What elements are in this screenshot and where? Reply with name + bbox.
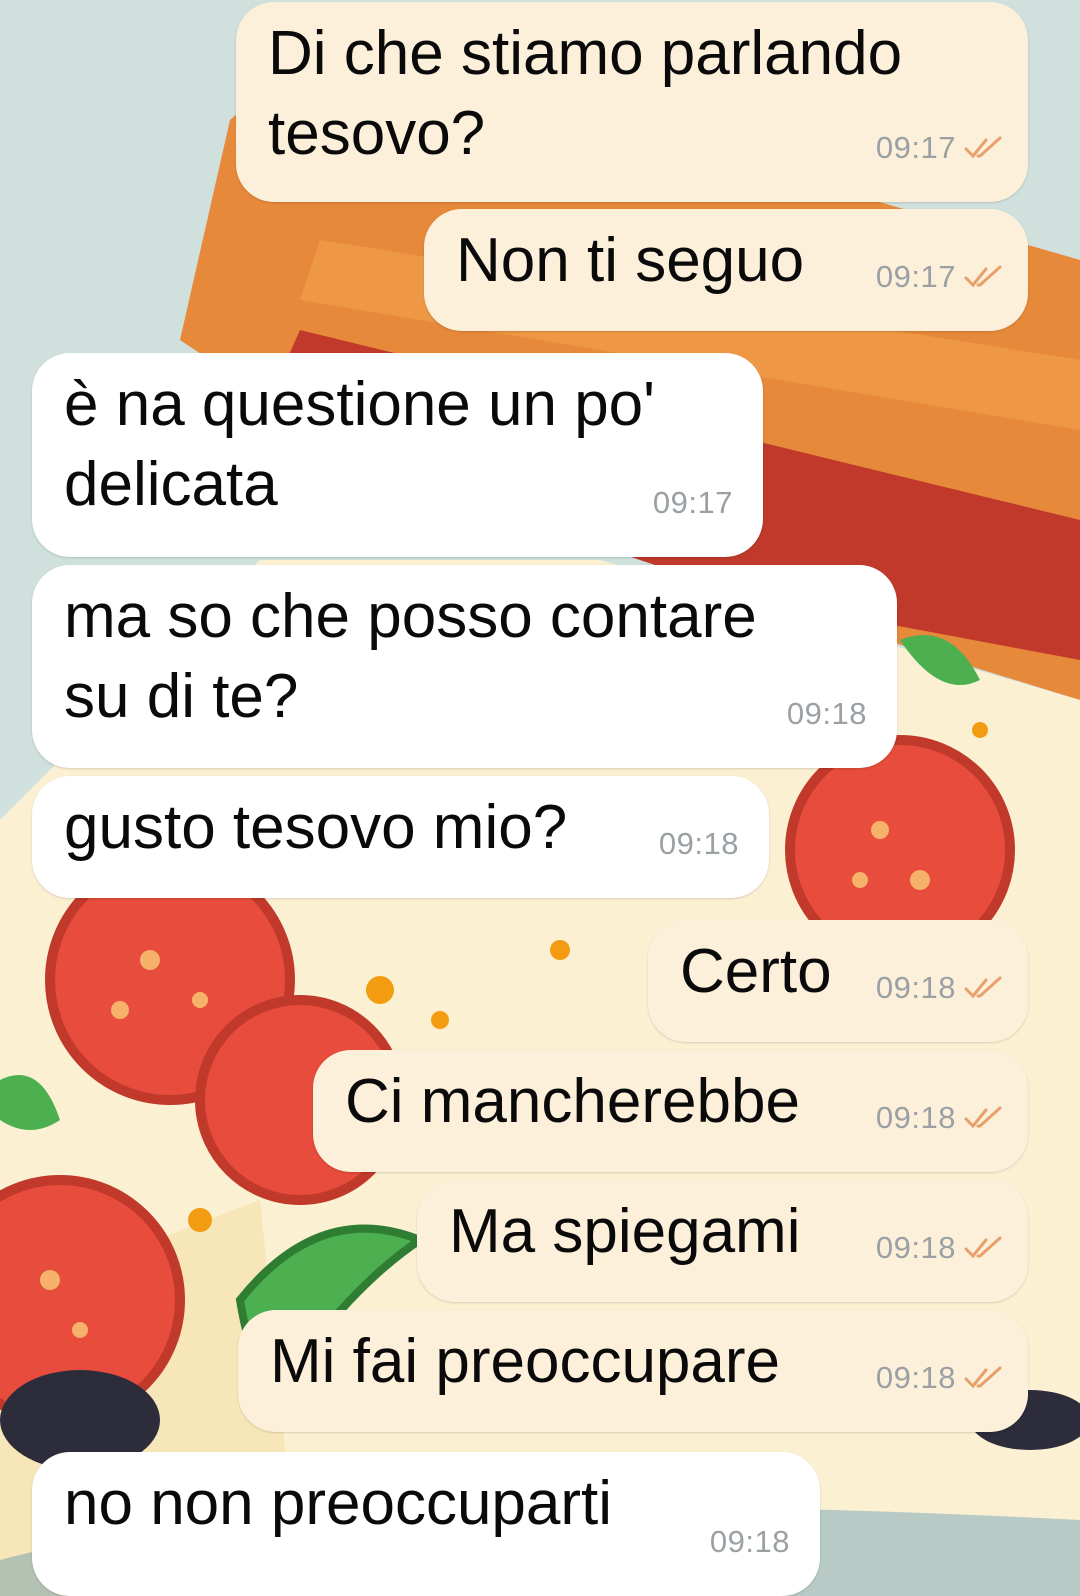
message-meta: 09:17 (653, 463, 733, 543)
read-ticks-icon (964, 1106, 1002, 1129)
message-time: 09:18 (786, 696, 867, 731)
outgoing-message-bubble[interactable]: Mi fai preoccupare 09:18 (238, 1310, 1028, 1432)
message-meta: 09:18 (876, 948, 1004, 1028)
message-time: 09:18 (875, 970, 956, 1005)
message-time: 09:18 (875, 1360, 956, 1395)
incoming-message-bubble[interactable]: ma so che posso contare su di te? 09:18 (32, 565, 897, 768)
message-meta: 09:18 (659, 804, 739, 884)
read-ticks-icon (964, 1366, 1002, 1389)
read-ticks-icon (964, 976, 1002, 999)
message-time: 09:18 (875, 1230, 956, 1265)
outgoing-message-bubble[interactable]: Ma spiegami 09:18 (417, 1180, 1028, 1302)
message-text: ma so che posso contare su di te? (64, 582, 757, 731)
message-time: 09:18 (875, 1100, 956, 1135)
message-list[interactable]: Di che stiamo parlando tesovo? 09:17 Non t… (0, 0, 1080, 1596)
message-meta: 09:18 (787, 674, 867, 754)
message-time: 09:18 (658, 826, 739, 861)
read-ticks-icon (964, 265, 1002, 288)
message-text: no non preoccuparti (64, 1469, 613, 1538)
incoming-message-bubble[interactable]: gusto tesovo mio? 09:18 (32, 776, 769, 898)
message-time: 09:18 (709, 1524, 790, 1559)
message-meta: 09:17 (876, 237, 1004, 317)
read-ticks-icon (964, 136, 1002, 159)
outgoing-message-bubble[interactable]: Di che stiamo parlando tesovo? 09:17 (236, 2, 1028, 202)
outgoing-message-bubble[interactable]: Non ti seguo 09:17 (424, 209, 1028, 331)
read-ticks-icon (964, 1236, 1002, 1259)
message-time: 09:17 (652, 485, 733, 520)
message-meta: 09:18 (710, 1502, 790, 1582)
message-time: 09:17 (875, 259, 956, 294)
incoming-message-bubble[interactable]: no non preoccuparti 09:18 (32, 1452, 820, 1596)
message-meta: 09:18 (876, 1338, 1004, 1418)
incoming-message-bubble[interactable]: è na questione un po' delicata 09:17 (32, 353, 763, 557)
outgoing-message-bubble[interactable]: Ci mancherebbe 09:18 (313, 1050, 1028, 1172)
message-meta: 09:17 (876, 108, 1004, 188)
message-meta: 09:18 (876, 1208, 1004, 1288)
message-time: 09:17 (875, 130, 956, 165)
outgoing-message-bubble[interactable]: Certo 09:18 (648, 920, 1028, 1042)
message-meta: 09:18 (876, 1078, 1004, 1158)
